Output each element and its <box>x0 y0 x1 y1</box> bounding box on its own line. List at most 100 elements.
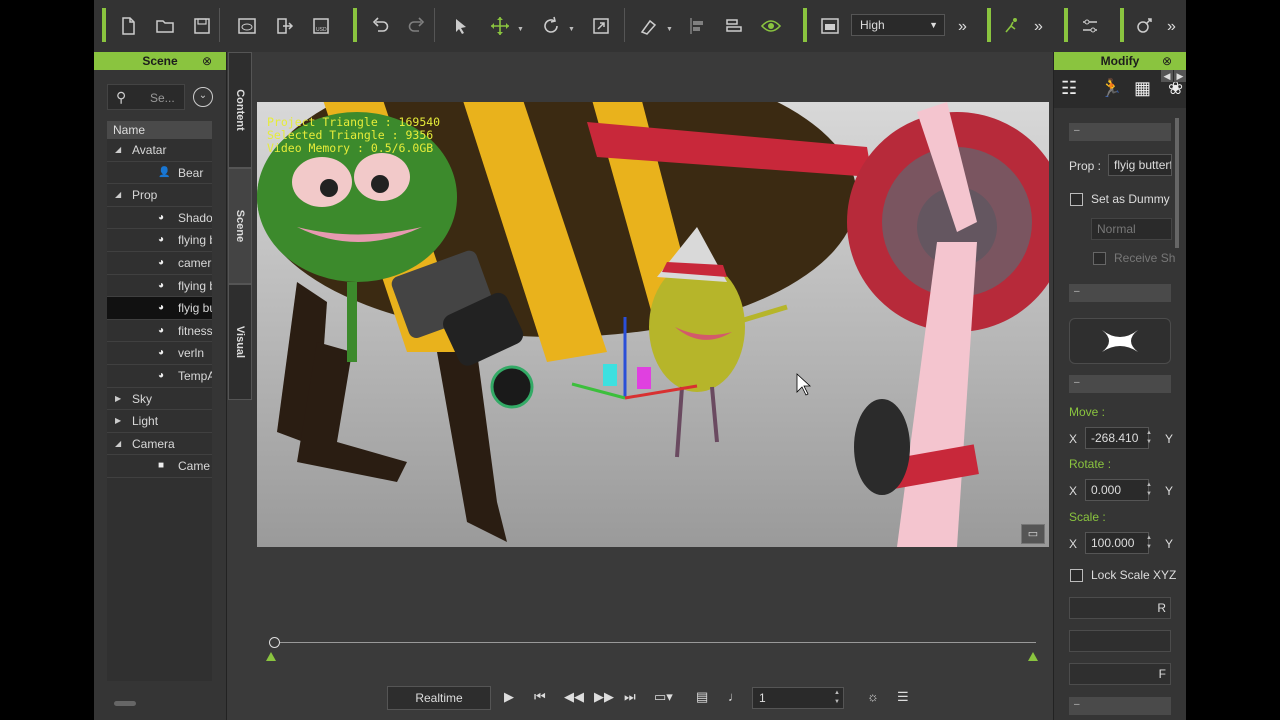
action-button[interactable]: F <box>1069 663 1171 685</box>
expanded-triangle-icon[interactable]: ◢ <box>115 433 121 455</box>
chevron-left-icon[interactable]: ◀ <box>1161 70 1173 82</box>
preview-icon[interactable] <box>235 14 259 38</box>
horizontal-scrollbar[interactable] <box>114 701 136 706</box>
toolbar-overflow-icon[interactable]: » <box>1167 18 1176 36</box>
material-tab-icon[interactable]: ▦ <box>1134 78 1151 99</box>
tree-item-prop[interactable]: ◕ Shado <box>107 207 212 230</box>
rotate-icon[interactable] <box>539 14 563 38</box>
tree-item-prop-selected[interactable]: ◕ flyig bu <box>107 297 212 320</box>
tree-group-camera[interactable]: ◢ Camera <box>107 433 212 456</box>
action-button[interactable] <box>1069 630 1171 652</box>
play-icon[interactable]: ▶ <box>504 689 514 705</box>
collapse-bar[interactable]: – <box>1069 375 1171 393</box>
chevron-right-icon[interactable]: ▶ <box>1174 70 1186 82</box>
rotate-x-spinner-icon[interactable]: ▲ ▼ <box>1146 481 1152 499</box>
tree-item-prop[interactable]: ◕ flying b <box>107 275 212 298</box>
message-icon[interactable]: ▭ <box>1021 524 1045 544</box>
undo-icon[interactable] <box>368 14 392 38</box>
tree-item-camera[interactable]: ■ Came <box>107 455 212 478</box>
collapse-bar[interactable]: – <box>1069 284 1171 302</box>
visibility-icon[interactable] <box>759 14 783 38</box>
settings-icon[interactable] <box>1078 14 1102 38</box>
tree-item-prop[interactable]: ◕ verln <box>107 342 212 365</box>
motion-icon[interactable] <box>1000 14 1024 38</box>
scale-icon[interactable] <box>589 14 613 38</box>
tab-content[interactable]: Content <box>228 52 252 168</box>
layout-icon[interactable] <box>818 14 842 38</box>
scale-x-spinner-icon[interactable]: ▲ ▼ <box>1146 534 1152 552</box>
collapse-bar[interactable]: – <box>1069 123 1171 141</box>
to-start-icon[interactable]: ⏮ <box>534 689 546 705</box>
timeline-slider[interactable] <box>274 642 1036 643</box>
tree-group-light[interactable]: ▶ Light <box>107 410 212 433</box>
start-marker-icon[interactable] <box>266 652 276 661</box>
toolbar-overflow-icon[interactable]: » <box>1034 18 1043 36</box>
modify-scrollbar[interactable] <box>1175 118 1179 248</box>
subtitle-icon[interactable]: ▤ <box>696 689 708 705</box>
align-distribute-icon[interactable] <box>722 14 746 38</box>
tree-item-prop[interactable]: ◕ TempA <box>107 365 212 388</box>
new-file-icon[interactable] <box>116 14 140 38</box>
tree-group-prop[interactable]: ◢ Prop <box>107 184 212 207</box>
quality-dropdown[interactable]: High ▼ <box>851 14 945 36</box>
tree-group-avatar[interactable]: ◢ Avatar <box>107 139 212 162</box>
set-as-dummy-label: Set as Dummy <box>1091 192 1170 206</box>
reset-button[interactable]: R <box>1069 597 1171 619</box>
align-tool-icon[interactable] <box>637 14 661 38</box>
align-dropdown-icon[interactable]: ▼ <box>666 26 673 33</box>
rotate-x-input[interactable]: 0.000 <box>1085 479 1149 501</box>
tree-column-header[interactable]: Name <box>107 121 212 139</box>
close-icon[interactable]: ⊗ <box>202 52 212 70</box>
normal-dropdown[interactable]: Normal <box>1091 218 1172 240</box>
spinner-arrows-icon[interactable]: ▲ ▼ <box>834 689 840 707</box>
collapse-bar[interactable]: – <box>1069 697 1171 715</box>
close-icon[interactable]: ⊗ <box>1162 52 1172 70</box>
tree-item-prop[interactable]: ◕ fitness <box>107 320 212 343</box>
tree-item-bear[interactable]: 👤 Bear <box>107 162 212 185</box>
tab-scene[interactable]: Scene <box>228 168 252 284</box>
move-icon[interactable] <box>488 14 512 38</box>
toolbar-overflow-icon[interactable]: » <box>958 18 967 36</box>
lock-scale-checkbox[interactable] <box>1070 569 1083 582</box>
redo-icon[interactable] <box>405 14 429 38</box>
set-as-dummy-checkbox[interactable] <box>1070 193 1083 206</box>
tab-visual[interactable]: Visual <box>228 284 252 400</box>
export-icon[interactable] <box>272 14 296 38</box>
receive-shadow-checkbox[interactable] <box>1093 252 1106 265</box>
loop-icon[interactable]: ▭▾ <box>654 689 673 705</box>
save-icon[interactable] <box>190 14 214 38</box>
rotate-dropdown-icon[interactable]: ▼ <box>568 26 575 33</box>
previous-frame-icon[interactable]: ◀◀ <box>564 689 584 705</box>
move-dropdown-icon[interactable]: ▼ <box>517 26 524 33</box>
expanded-triangle-icon[interactable]: ◢ <box>115 139 121 161</box>
tree-group-sky[interactable]: ▶ Sky <box>107 388 212 411</box>
timeline-playhead[interactable] <box>269 637 280 648</box>
sliders-icon[interactable]: ☷ <box>1061 78 1077 99</box>
scale-x-input[interactable]: 100.000 <box>1085 532 1149 554</box>
collapsed-triangle-icon[interactable]: ▶ <box>115 410 121 432</box>
open-folder-icon[interactable] <box>153 14 177 38</box>
collapsed-triangle-icon[interactable]: ▶ <box>115 388 121 410</box>
prop-name-field[interactable]: flyig butterf <box>1108 154 1172 176</box>
end-marker-icon[interactable] <box>1028 652 1038 661</box>
expanded-triangle-icon[interactable]: ◢ <box>115 184 121 206</box>
next-frame-icon[interactable]: ▶▶ <box>594 689 614 705</box>
scene-search-input[interactable]: ⚲ Se... <box>107 84 185 110</box>
transform-icon[interactable] <box>1132 14 1156 38</box>
align-left-icon[interactable] <box>686 14 710 38</box>
filter-dropdown-icon[interactable]: ⌄ <box>193 87 213 107</box>
move-x-spinner-icon[interactable]: ▲ ▼ <box>1146 429 1152 447</box>
tree-item-prop[interactable]: ◕ flying b <box>107 229 212 252</box>
export-usd-icon[interactable]: USD <box>309 14 333 38</box>
playback-mode-button[interactable]: Realtime <box>387 686 491 710</box>
tree-item-prop[interactable]: ◕ camer <box>107 252 212 275</box>
list-icon[interactable]: ☰ <box>897 689 909 705</box>
to-end-icon[interactable]: ⏭ <box>624 689 636 705</box>
playback-settings-icon[interactable]: ☼ <box>867 689 879 704</box>
music-icon[interactable]: ♩ <box>728 689 741 704</box>
move-x-input[interactable]: -268.410 <box>1085 427 1149 449</box>
select-icon[interactable] <box>449 14 473 38</box>
frame-number-input[interactable]: 1 ▲ ▼ <box>752 687 844 709</box>
3d-viewport[interactable]: Project Triangle : 169540 Selected Trian… <box>257 102 1049 547</box>
motion-tab-icon[interactable]: 🏃 <box>1100 78 1122 99</box>
